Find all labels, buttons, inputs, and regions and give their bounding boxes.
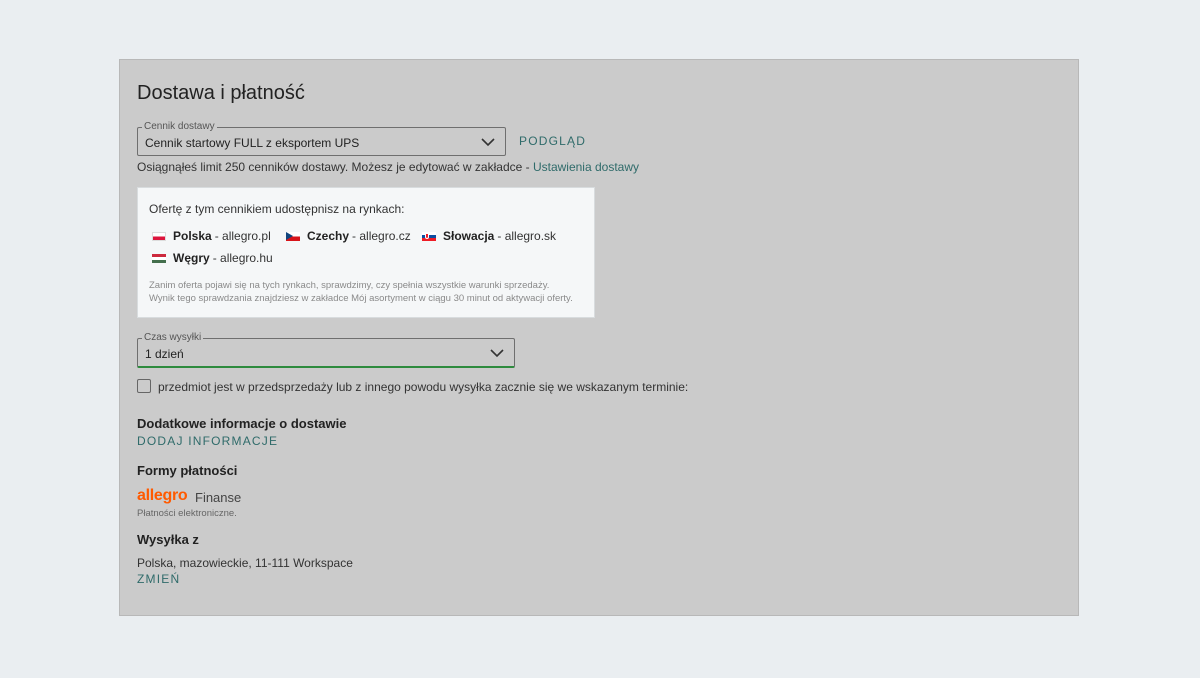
markets-note: Zanim oferta pojawi się na tych rynkach,… <box>149 279 573 305</box>
presale-checkbox-label[interactable]: przedmiot jest w przedsprzedaży lub z in… <box>158 380 688 394</box>
delivery-payment-panel: Dostawa i płatność Cennik dostawy Cennik… <box>119 59 1079 616</box>
poland-flag-icon <box>152 231 166 241</box>
payment-title: Formy płatności <box>137 463 238 478</box>
section-title: Dostawa i płatność <box>137 82 305 104</box>
markets-note-line: Zanim oferta pojawi się na tych rynkach,… <box>149 280 550 291</box>
czech-flag-icon <box>286 231 300 241</box>
allegro-logo: allegro <box>137 487 188 504</box>
market-domain: - allegro.cz <box>352 229 411 243</box>
shipping-time-legend: Czas wysyłki <box>142 332 204 344</box>
market-item-poland: Polska - allegro.pl <box>152 229 271 243</box>
presale-checkbox[interactable] <box>137 379 151 393</box>
market-item-czechia: Czechy - allegro.cz <box>286 229 411 243</box>
delivery-settings-link[interactable]: Ustawienia dostawy <box>533 160 639 174</box>
change-address-button[interactable]: ZMIEŃ <box>137 572 180 586</box>
market-item-hungary: Węgry - allegro.hu <box>152 251 273 265</box>
slovak-flag-icon <box>422 231 436 241</box>
market-country: Czechy <box>307 229 350 243</box>
chevron-down-icon <box>490 349 504 358</box>
shipping-time-select[interactable]: Czas wysyłki 1 dzień <box>137 332 515 368</box>
markets-heading: Ofertę z tym cennikiem udostępnisz na ry… <box>149 202 405 216</box>
shipping-from-address: Polska, mazowieckie, 11-111 Workspace <box>137 556 353 570</box>
market-domain: - allegro.pl <box>214 229 271 243</box>
add-info-button[interactable]: DODAJ INFORMACJE <box>137 434 278 448</box>
shipping-from-title: Wysyłka z <box>137 532 199 547</box>
market-country: Węgry <box>173 251 210 265</box>
market-country: Polska <box>173 229 212 243</box>
allegro-finanse-label: Finanse <box>195 490 242 505</box>
market-item-slovakia: Słowacja - allegro.sk <box>422 229 556 243</box>
delivery-pricelist-value: Cennik startowy FULL z eksportem UPS <box>145 136 360 150</box>
additional-info-title: Dodatkowe informacje o dostawie <box>137 416 347 431</box>
chevron-down-icon <box>481 138 495 147</box>
hungary-flag-icon <box>152 253 166 263</box>
markets-note-line: Wynik tego sprawdzania znajdziesz w zakł… <box>149 293 573 304</box>
payment-note: Płatności elektroniczne. <box>137 508 237 519</box>
limit-info: Osiągnąłeś limit 250 cenników dostawy. M… <box>137 160 639 174</box>
shipping-time-value: 1 dzień <box>145 347 184 361</box>
market-country: Słowacja <box>443 229 495 243</box>
market-domain: - allegro.hu <box>212 251 273 265</box>
delivery-pricelist-legend: Cennik dostawy <box>142 121 217 133</box>
preview-button[interactable]: PODGLĄD <box>519 134 586 148</box>
limit-text: Osiągnąłeś limit 250 cenników dostawy. M… <box>137 160 533 174</box>
delivery-pricelist-select[interactable]: Cennik dostawy Cennik startowy FULL z ek… <box>137 121 506 156</box>
market-domain: - allegro.sk <box>497 229 557 243</box>
markets-card: Ofertę z tym cennikiem udostępnisz na ry… <box>137 187 595 318</box>
